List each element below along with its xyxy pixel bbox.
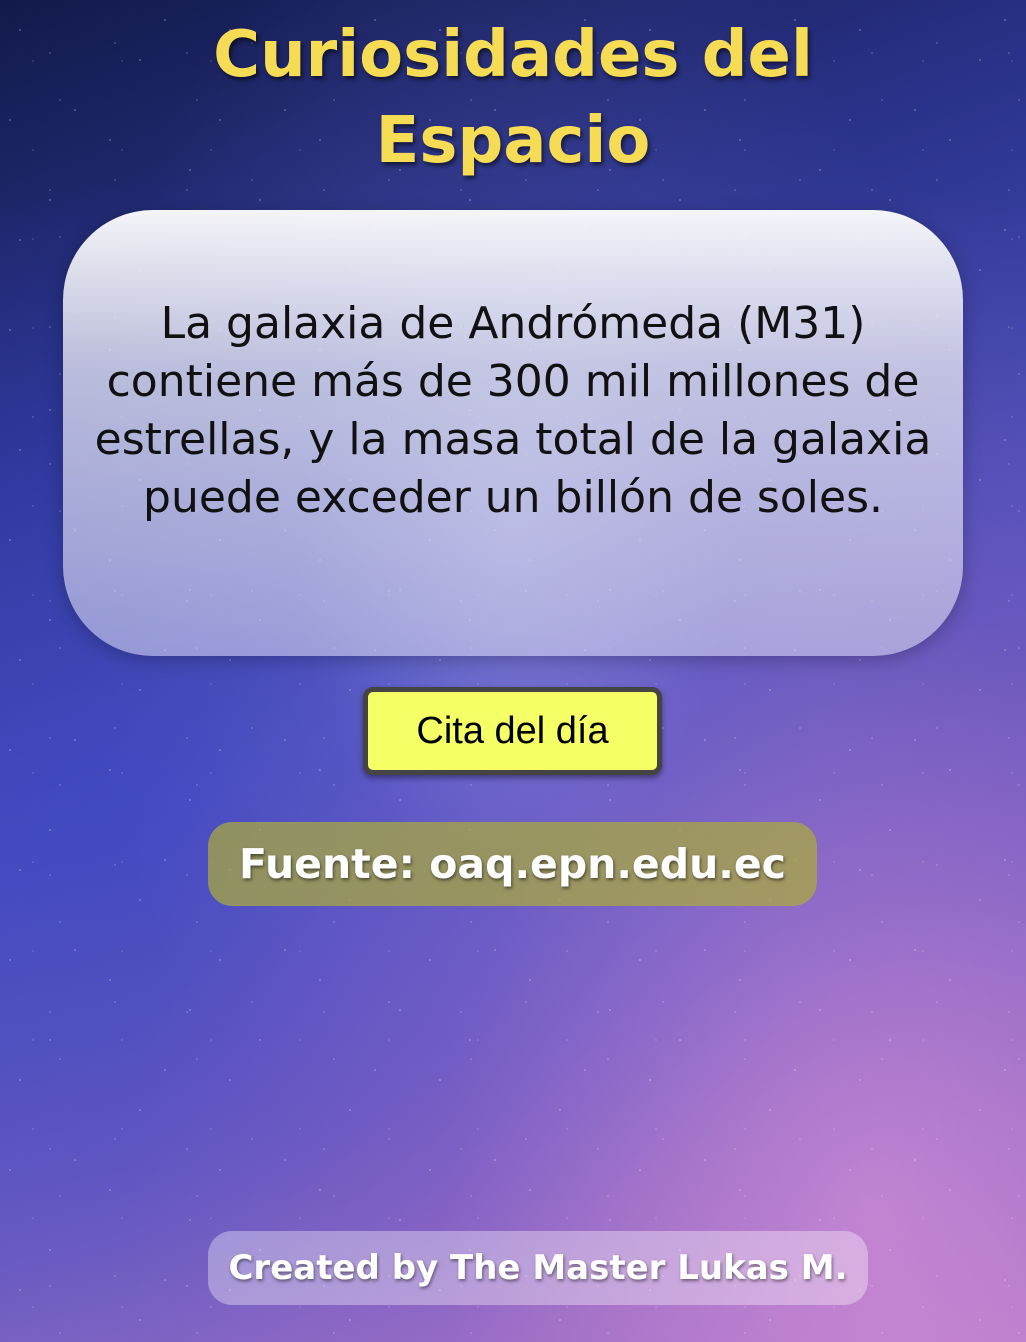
- page-title-line1: Curiosidades del: [213, 18, 813, 92]
- page-title: Curiosidades del Espacio: [0, 12, 1026, 184]
- star-field-background-layer: [0, 0, 1026, 1342]
- fact-card: La galaxia de Andrómeda (M31) contiene m…: [63, 210, 963, 656]
- fact-text: La galaxia de Andrómeda (M31) contiene m…: [94, 298, 932, 523]
- star-field-background: [0, 0, 1026, 1342]
- quote-of-the-day-button[interactable]: Cita del día: [363, 687, 662, 775]
- source-badge: Fuente: oaq.epn.edu.ec: [208, 822, 817, 906]
- footer-credit: Created by The Master Lukas M.: [208, 1231, 868, 1305]
- page-title-line2: Espacio: [375, 104, 651, 178]
- star-field-background-layer: [0, 0, 1026, 1342]
